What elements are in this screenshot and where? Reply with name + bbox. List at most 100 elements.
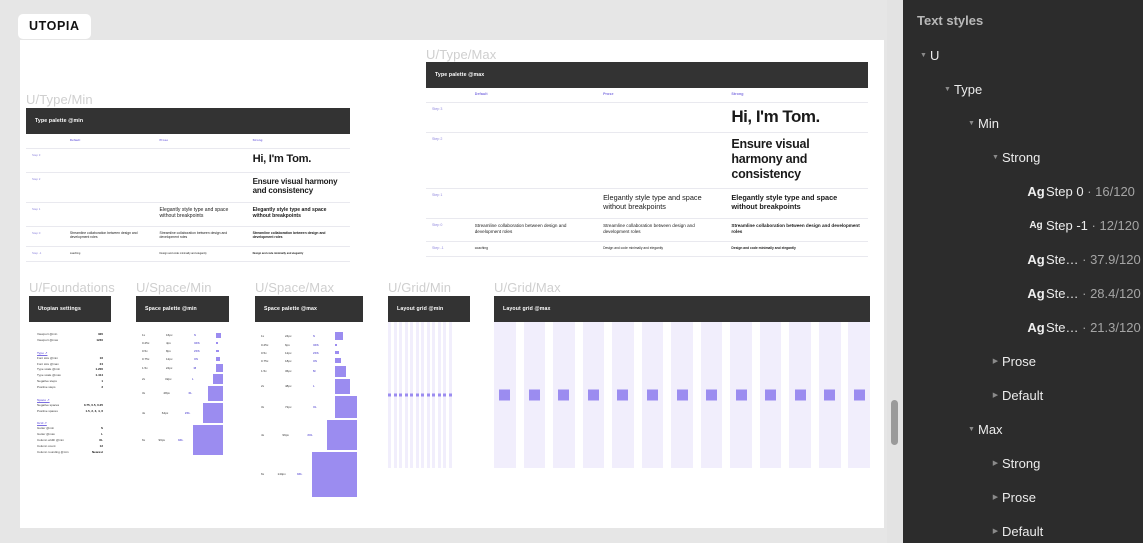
space-token-name: XS [313, 358, 318, 363]
frame-header-foundations: Utopian settings [29, 296, 111, 322]
grid-marker-slot [432, 393, 435, 397]
grid-marker [765, 389, 777, 401]
space-swatch [216, 357, 220, 361]
grid-marker [421, 393, 424, 397]
cell-strong: Hi, I'm Tom. [731, 107, 820, 126]
text-style-tree-item[interactable]: ▼ U [903, 38, 1143, 72]
grid-marker [794, 389, 806, 401]
foundation-value: 1.5, 2, 3, 4, 6 [85, 408, 103, 413]
foundation-value: 3 [101, 384, 103, 389]
text-style-tree-item[interactable]: ▼ Type [903, 72, 1143, 106]
chevron-down-icon[interactable]: ▼ [989, 151, 1002, 164]
text-style-tree-item[interactable]: Ag Step -1 · 12/120 [903, 208, 1143, 242]
text-style-tree-item[interactable]: ▶ Default [903, 378, 1143, 412]
chevron-down-icon[interactable]: ▼ [917, 49, 930, 62]
text-style-label: Step -1 · 12/120 [1046, 217, 1140, 233]
text-style-tree-item[interactable]: ▼ Min [903, 106, 1143, 140]
type-max-table: Default Prose Strong Step 3 Hi, I'm Tom.… [426, 88, 868, 257]
space-swatch [335, 395, 357, 418]
grid-marker-slot [415, 393, 419, 397]
grid-marker [443, 393, 446, 397]
text-styles-panel[interactable]: Text styles ▼ U ▼ Type ▼ Min ▼ Strong Ag Step 0 ·… [903, 0, 1143, 543]
text-style-tree-item[interactable]: ▶ Prose [903, 480, 1143, 514]
grid-marker [499, 389, 511, 401]
chevron-right-icon[interactable]: ▶ [989, 525, 1002, 538]
foundation-row: Column rounding @min Nearest [37, 450, 103, 456]
canvas-vertical-scrollbar[interactable] [887, 0, 903, 543]
frame-grid-max[interactable]: Layout grid @max [494, 296, 871, 468]
space-swatch [203, 402, 223, 423]
frame-label-type-max[interactable]: U/Type/Max [426, 47, 496, 62]
grid-min-visual [388, 322, 470, 468]
foundation-key: Positive spaces [37, 408, 58, 413]
cell-default: coaching [69, 251, 81, 255]
utopia-page-badge[interactable]: UTOPIA [18, 14, 91, 39]
space-token-name: 3XS [313, 342, 319, 347]
grid-marker-slot [494, 389, 516, 401]
table-row: Step 3 Hi, I'm Tom. [426, 102, 868, 134]
space-swatch [216, 342, 218, 344]
space-swatch [335, 357, 341, 364]
grid-marker [824, 389, 836, 401]
space-multiplier: 3x [142, 391, 146, 395]
frame-foundations[interactable]: Utopian settings Viewport @min 320 Viewpor… [29, 296, 111, 462]
cell-prose: Design and code minimally and elegantly [159, 251, 207, 255]
grid-marker-slot [448, 393, 452, 397]
scrollbar-thumb[interactable] [891, 400, 898, 445]
text-style-metrics: · 21.3/120 [1078, 319, 1141, 335]
text-style-tree-item[interactable]: Ag Ste… · 37.9/120 [903, 242, 1143, 276]
text-style-tree-item[interactable]: ▼ Max [903, 412, 1143, 446]
frame-grid-min[interactable]: Layout grid @min [388, 296, 470, 468]
foundation-group-heading[interactable]: Grid ↗ [37, 421, 103, 425]
text-style-tree-item[interactable]: ▶ Prose [903, 344, 1143, 378]
chevron-right-icon[interactable]: ▶ [989, 389, 1002, 402]
chevron-right-icon[interactable]: ▶ [989, 355, 1002, 368]
frame-label-grid-max[interactable]: U/Grid/Max [494, 280, 561, 295]
chevron-right-icon[interactable]: ▶ [989, 491, 1002, 504]
frame-type-min[interactable]: Type palette @min Default Prose Strong S… [26, 108, 350, 262]
grid-marker-slot [388, 393, 391, 397]
text-style-tree-item[interactable]: Ag Ste… · 28.4/120 [903, 276, 1143, 310]
text-style-preview-icon: Ag [1029, 219, 1043, 231]
text-style-tree-item[interactable]: ▶ Default [903, 514, 1143, 543]
grid-marker [528, 389, 540, 401]
text-style-label: Strong [1002, 455, 1041, 471]
design-canvas[interactable]: UTOPIA U/Type/Min Type palette @min Defa… [0, 0, 903, 543]
text-style-tree-item[interactable]: Ag Step 0 · 16/120 [903, 174, 1143, 208]
chevron-down-icon[interactable]: ▼ [965, 117, 978, 130]
space-token-name: L [313, 384, 315, 388]
frame-type-max[interactable]: Type palette @max Default Prose Strong S… [426, 62, 868, 257]
space-swatch [312, 451, 357, 497]
space-token-name: XL [188, 391, 193, 395]
space-token-name: S [194, 333, 197, 337]
chevron-down-icon[interactable]: ▼ [965, 423, 978, 436]
frame-space-min[interactable]: Space palette @min 1x 16px S 0.25x 4px 3XS 0.5… [136, 296, 229, 463]
space-multiplier: 0.75x [142, 357, 150, 361]
text-style-preview-icon: Ag [1027, 251, 1045, 267]
space-max-list: 1x 24px S 0.25x 6px 3XS 0.5x 12px 2XS 0.75x 18px XS… [255, 322, 363, 505]
frame-label-type-min[interactable]: U/Type/Min [26, 92, 93, 107]
grid-marker-slot [553, 389, 575, 401]
frame-label-grid-min[interactable]: U/Grid/Min [388, 280, 451, 295]
space-swatch [215, 364, 223, 372]
chevron-down-icon[interactable]: ▼ [941, 83, 954, 96]
text-style-tree-item[interactable]: ▼ Strong [903, 140, 1143, 174]
grid-marker [706, 389, 718, 401]
frame-label-foundations[interactable]: U/Foundations [29, 280, 115, 295]
space-min-list: 1x 16px S 0.25x 4px 3XS 0.5x 8px 2XS 0.75x 12px XS 1… [136, 322, 229, 463]
cell-strong: Design and code minimally and elegantly [252, 251, 304, 255]
text-style-tree-item[interactable]: ▶ Strong [903, 446, 1143, 480]
cell-prose: Streamline collaboration between design … [159, 230, 228, 240]
frame-label-space-max[interactable]: U/Space/Max [255, 280, 334, 295]
frame-space-max[interactable]: Space palette @max 1x 24px S 0.25x 6px 3XS 0.5… [255, 296, 363, 505]
foundation-group-heading[interactable]: Space ↗ [37, 398, 103, 402]
chevron-right-icon[interactable]: ▶ [989, 457, 1002, 470]
frame-label-space-min[interactable]: U/Space/Min [136, 280, 212, 295]
space-token-name: 2XL [307, 432, 313, 437]
text-style-label: Prose [1002, 353, 1036, 369]
text-style-tree-item[interactable]: Ag Ste… · 21.3/120 [903, 310, 1143, 344]
foundation-group-heading[interactable]: Type ↗ [37, 351, 103, 355]
space-token-row: 1.5x 36px M [261, 365, 357, 377]
text-style-label: Type [954, 81, 983, 97]
text-style-label: Min [978, 115, 999, 131]
